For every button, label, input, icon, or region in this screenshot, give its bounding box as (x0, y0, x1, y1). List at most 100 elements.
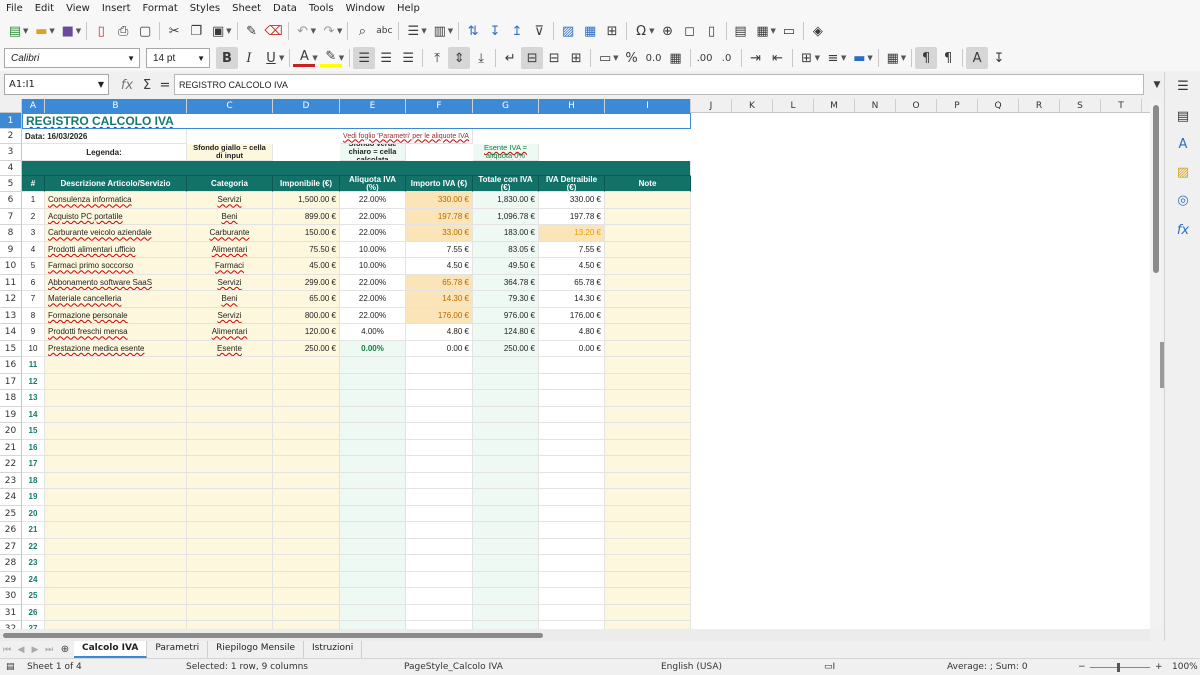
dropdown-arrow-icon[interactable]: ▼ (49, 27, 54, 35)
table-cell[interactable]: Servizi (187, 192, 273, 209)
cut-icon[interactable]: ✂ (163, 20, 185, 42)
row-header-22[interactable]: 22 (0, 456, 22, 473)
empty-cell[interactable] (539, 555, 605, 572)
empty-cell[interactable] (406, 588, 473, 605)
table-cell[interactable]: 13.20 € (539, 225, 605, 242)
empty-cell[interactable] (45, 472, 187, 489)
table-cell[interactable]: 83.05 € (473, 241, 539, 258)
row-header-3[interactable]: 3 (0, 144, 22, 161)
empty-cell[interactable] (340, 357, 406, 374)
sheet-tab-parametri[interactable]: Parametri (147, 641, 209, 658)
selection-mode-icon[interactable]: ▭I (824, 662, 835, 672)
zoom-in-icon[interactable]: + (1155, 662, 1163, 672)
table-cell[interactable]: Materiale cancelleria (45, 291, 187, 308)
row-header-23[interactable]: 23 (0, 472, 22, 489)
table-cell[interactable]: 65.78 € (406, 274, 473, 291)
table-cell[interactable]: 6 (22, 274, 45, 291)
table-header[interactable]: Imponibile (€) (273, 176, 340, 192)
chevron-down-icon[interactable]: ▼ (127, 54, 135, 63)
table-cell[interactable]: 49.50 € (473, 258, 539, 275)
empty-row-number[interactable]: 16 (22, 439, 45, 456)
table-cell[interactable]: 1,500.00 € (273, 192, 340, 209)
empty-cell[interactable] (273, 522, 340, 539)
table-header[interactable]: Categoria (187, 176, 273, 192)
table-cell[interactable] (605, 208, 691, 225)
table-cell[interactable]: 14.30 € (406, 291, 473, 308)
row-header-5[interactable]: 5 (0, 176, 22, 192)
empty-cell[interactable] (340, 621, 406, 629)
empty-cell[interactable] (340, 406, 406, 423)
empty-cell[interactable] (273, 390, 340, 407)
row-header-28[interactable]: 28 (0, 555, 22, 572)
empty-row-number[interactable]: 17 (22, 456, 45, 473)
empty-cell[interactable] (273, 406, 340, 423)
table-cell[interactable]: 176.00 € (539, 307, 605, 324)
empty-row-number[interactable]: 26 (22, 604, 45, 621)
table-cell[interactable]: 22.00% (340, 192, 406, 209)
text-orientation-vertical-icon[interactable]: ↧ (988, 47, 1010, 69)
empty-cell[interactable] (605, 505, 691, 522)
align-left-icon[interactable]: ☰ (353, 47, 376, 69)
chevron-down-icon[interactable]: ▼ (98, 80, 104, 89)
table-cell[interactable] (605, 340, 691, 357)
empty-cell[interactable] (605, 621, 691, 629)
delete-decimal-place-icon[interactable]: .0 (716, 47, 738, 69)
empty-cell[interactable] (406, 621, 473, 629)
align-center-icon[interactable]: ☰ (375, 47, 397, 69)
show-draw-functions-icon[interactable]: ◈ (807, 20, 829, 42)
row-header-18[interactable]: 18 (0, 390, 22, 407)
empty-cell[interactable] (187, 472, 273, 489)
empty-cell[interactable] (539, 439, 605, 456)
language-status[interactable]: English (USA) (661, 662, 722, 672)
table-cell[interactable]: 7.55 € (539, 241, 605, 258)
empty-cell[interactable] (340, 423, 406, 440)
date-format-icon[interactable]: ▦ (665, 47, 687, 69)
table-cell[interactable]: Prodotti alimentari ufficio (45, 241, 187, 258)
menu-insert[interactable]: Insert (96, 0, 137, 17)
row-header-20[interactable]: 20 (0, 423, 22, 440)
empty-cell[interactable] (187, 538, 273, 555)
table-cell[interactable]: 330.00 € (539, 192, 605, 209)
dropdown-arrow-icon[interactable]: ▼ (771, 27, 776, 35)
empty-cell[interactable] (473, 390, 539, 407)
table-cell[interactable]: 4 (22, 241, 45, 258)
sort-descending-icon[interactable]: ↥ (506, 20, 528, 42)
empty-cell[interactable] (539, 588, 605, 605)
dropdown-arrow-icon[interactable]: ▼ (613, 54, 618, 62)
horizontal-scrollbar[interactable] (0, 629, 1150, 641)
functions-icon[interactable]: fx (1173, 220, 1193, 240)
table-cell[interactable]: 4.80 € (539, 324, 605, 341)
chevron-down-icon[interactable]: ▼ (197, 54, 205, 63)
empty-row-number[interactable]: 25 (22, 588, 45, 605)
sum-status[interactable]: Average: ; Sum: 0 (947, 662, 1028, 672)
row-header-4[interactable]: 4 (0, 161, 22, 176)
empty-cell[interactable] (406, 522, 473, 539)
empty-cell[interactable] (605, 555, 691, 572)
styles-icon[interactable]: A (1173, 134, 1193, 154)
column-header-h[interactable]: H (539, 99, 605, 113)
empty-cell[interactable] (340, 604, 406, 621)
table-header[interactable]: # (22, 176, 45, 192)
date-label[interactable]: Data: 16/03/2026 (22, 129, 187, 144)
formula-icon[interactable]: = (154, 74, 176, 96)
properties-icon[interactable]: ▤ (1173, 106, 1193, 126)
empty-cell[interactable] (45, 390, 187, 407)
empty-cell[interactable] (406, 505, 473, 522)
empty-cell[interactable] (45, 357, 187, 374)
autofilter-icon[interactable]: ⊽ (528, 20, 550, 42)
row-header-14[interactable]: 14 (0, 324, 22, 341)
row-header-31[interactable]: 31 (0, 604, 22, 621)
empty-cell[interactable] (605, 604, 691, 621)
sheet-tab-riepilogo-mensile[interactable]: Riepilogo Mensile (208, 641, 304, 658)
table-cell[interactable]: Acquisto PC portatile (45, 208, 187, 225)
empty-cell[interactable] (406, 489, 473, 506)
table-cell[interactable]: 1,830.00 € (473, 192, 539, 209)
empty-cell[interactable] (45, 423, 187, 440)
table-cell[interactable] (605, 192, 691, 209)
split-window-icon[interactable]: ▭ (778, 20, 800, 42)
column-header-a[interactable]: A (22, 99, 45, 113)
italic-icon[interactable]: I (238, 47, 260, 69)
empty-cell[interactable] (406, 555, 473, 572)
row-header-12[interactable]: 12 (0, 291, 22, 308)
column-header-n[interactable]: N (855, 99, 896, 113)
